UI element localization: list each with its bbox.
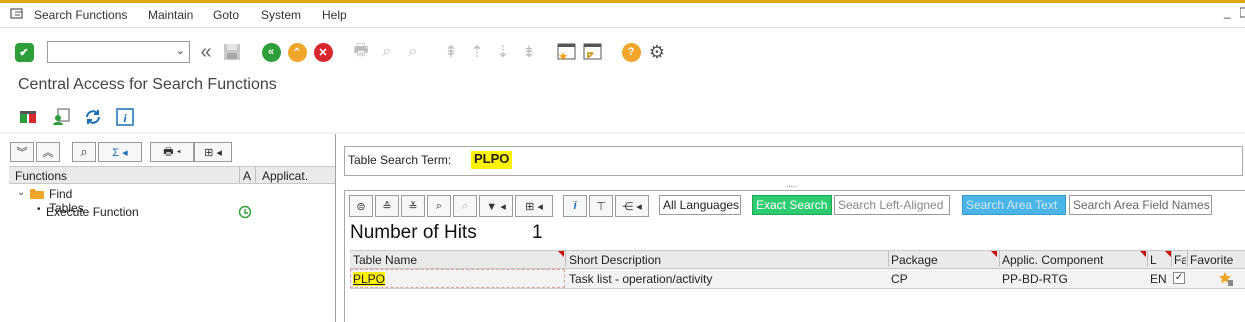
help-button[interactable]: ? [620,41,642,63]
hits-label: Number of Hits [350,222,477,243]
user-settings-icon[interactable] [50,106,72,128]
details-icon[interactable]: ⊜ [349,195,373,217]
chevron-down-icon[interactable]: ⌄ [176,44,185,57]
structure-dropdown-icon[interactable]: ⋲ ◂ [615,195,649,217]
search-term-label: Table Search Term: [348,153,452,167]
search-term-input[interactable]: PLPO [471,151,513,169]
back-button[interactable]: « [260,41,282,63]
search-area-text-button[interactable]: Search Area Text [962,195,1066,215]
col-package[interactable]: Package [891,253,938,267]
find-next-icon[interactable]: ⌕ [453,195,477,217]
menu-system[interactable]: System [261,8,301,22]
sort-marker-icon [1140,251,1146,257]
splitter-handle[interactable]: ..... [338,181,1245,190]
col-favorite[interactable]: Favorite [1190,253,1233,267]
col-short-description[interactable]: Short Description [569,253,661,267]
tree-header: Functions A Applicat. [9,166,335,184]
search-area-field-names-button[interactable]: Search Area Field Names [1069,195,1212,215]
cancel-icon: ✕ [313,42,333,62]
page-title: Central Access for Search Functions [18,76,277,93]
col-l[interactable]: L [1150,253,1157,267]
info-icon[interactable]: i [563,195,587,217]
exact-search-button[interactable]: Exact Search [752,195,832,215]
star-icon[interactable] [1218,271,1234,290]
chevron-down-icon[interactable]: ⌄ [17,187,25,198]
next-page-icon[interactable]: ⇣ [492,41,514,63]
search-result-panel: Table Search Term: PLPO ..... ⊜ ≙ ≚ ⌕ ⌕ … [338,134,1245,322]
layout-dropdown-button[interactable]: ⊞ ◂ [194,142,232,162]
col-fa[interactable]: Fa [1174,253,1186,267]
expand-all-icon[interactable]: ︾ [10,142,34,162]
filter-dropdown-icon[interactable]: ▼ ◂ [479,195,513,217]
checkmark-icon: ✔ [14,42,34,62]
function-tree-panel: ︾ ︽ ⌕ Σ ◂ 🖶 ◂ ⊞ ◂ Functions A Applicat. … [0,134,336,322]
hits-count: 1 [532,222,543,243]
back-icon: « [261,42,281,62]
find-next-icon[interactable]: ⌕ [402,41,424,63]
collapse-double-left-icon[interactable]: « [195,41,217,63]
print-dropdown-button[interactable]: 🖶 ◂ [150,142,194,162]
folder-icon [30,188,44,202]
result-grid: ⊜ ≙ ≚ ⌕ ⌕ ▼ ◂ ⊞ ◂ i ⊤ ⋲ ◂ All Languages … [344,190,1245,322]
first-page-icon[interactable]: ⇞ [440,41,462,63]
menu-help[interactable]: Help [322,8,347,22]
up-icon: ⌃ [287,42,307,62]
application-toolbar: i [0,104,1245,130]
col-table-name[interactable]: Table Name [353,253,417,267]
create-session-button[interactable] [556,41,578,63]
header-a[interactable]: A [243,169,251,183]
header-functions[interactable]: Functions [15,169,67,183]
execute-icon[interactable] [238,205,252,222]
minimize-icon[interactable]: _ [1224,5,1231,19]
menu-goto[interactable]: Goto [213,8,239,22]
fa-checkbox[interactable]: ✓ [1173,272,1185,284]
info-icon[interactable]: i [114,106,136,128]
cancel-button[interactable]: ✕ [312,41,334,63]
menu-maintain[interactable]: Maintain [148,8,193,22]
header-applicat[interactable]: Applicat. [262,169,308,183]
save-button[interactable] [221,41,243,63]
layout-icon[interactable] [17,106,39,128]
menu-search-functions[interactable]: Search Functions [34,8,127,22]
help-icon: ? [621,42,641,62]
cell-table-name[interactable]: PLPO [353,272,386,286]
search-term-container: Table Search Term: PLPO [344,146,1243,176]
sort-marker-icon [558,251,564,257]
last-page-icon[interactable]: ⇟ [518,41,540,63]
sum-dropdown-button[interactable]: Σ ◂ [98,142,142,162]
standard-toolbar: ✔ ⌄ « « ⌃ ✕ 🖶 ⌕ ⌕ ⇞ ⇡ ⇣ ⇟ ? ⚙ [0,36,1245,70]
cell-language: EN [1150,272,1167,286]
all-languages-button[interactable]: All Languages [659,195,741,215]
collapse-all-icon[interactable]: ︽ [36,142,60,162]
print-icon[interactable]: 🖶 [350,41,372,63]
sort-marker-icon [991,251,997,257]
exit-button[interactable]: ⌃ [286,41,308,63]
previous-page-icon[interactable]: ⇡ [466,41,488,63]
search-left-aligned-button[interactable]: Search Left-Aligned [834,195,950,215]
refresh-icon[interactable] [82,106,104,128]
cell-applic-component: PP-BD-RTG [1002,272,1068,286]
menu-bar: Search Functions Maintain Goto System He… [0,3,1245,28]
layout-dropdown-button[interactable]: ⊞ ◂ [515,195,553,217]
table-header: Table Name Short Description Package App… [350,250,1245,269]
find-icon[interactable]: ⌕ [427,195,451,217]
menu-icon[interactable] [10,7,24,24]
gear-icon[interactable]: ⚙ [646,41,668,63]
restore-icon[interactable] [1239,7,1245,22]
cell-short-description: Task list - operation/activity [569,272,713,286]
table-row[interactable]: PLPO Task list - operation/activity CP P… [350,269,1245,289]
sort-ascending-icon[interactable]: ≙ [375,195,399,217]
where-used-icon[interactable]: ⊤ [589,195,613,217]
cell-package: CP [891,272,908,286]
col-applic-component[interactable]: Applic. Component [1002,253,1103,267]
find-icon[interactable]: ⌕ [72,142,96,162]
tree-node-execute-function[interactable]: • Execute Function [9,204,335,222]
find-icon[interactable]: ⌕ [376,41,398,63]
sort-descending-icon[interactable]: ≚ [401,195,425,217]
generate-shortcut-button[interactable] [582,41,604,63]
enter-button[interactable]: ✔ [13,41,35,63]
command-field[interactable]: ⌄ [47,41,190,63]
